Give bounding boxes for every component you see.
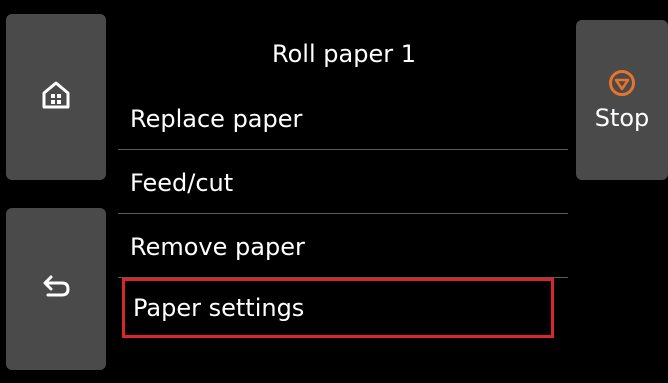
menu-item-label: Feed/cut bbox=[130, 168, 234, 197]
back-arrow-icon bbox=[40, 274, 72, 304]
home-icon bbox=[40, 79, 72, 115]
back-button[interactable] bbox=[6, 208, 106, 370]
menu-item-feed-cut[interactable]: Feed/cut bbox=[118, 152, 568, 214]
menu-item-label: Paper settings bbox=[133, 294, 305, 322]
screen-title: Roll paper 1 bbox=[272, 40, 416, 68]
menu-item-label: Replace paper bbox=[130, 104, 303, 133]
menu-item-paper-settings[interactable]: Paper settings bbox=[122, 278, 554, 338]
menu-item-remove-paper[interactable]: Remove paper bbox=[118, 216, 568, 278]
stop-icon bbox=[607, 68, 637, 102]
menu-item-replace-paper[interactable]: Replace paper bbox=[118, 88, 568, 150]
home-button[interactable] bbox=[6, 14, 106, 180]
stop-button[interactable]: Stop bbox=[576, 20, 668, 180]
stop-label: Stop bbox=[594, 104, 650, 132]
menu-item-label: Remove paper bbox=[130, 232, 305, 261]
